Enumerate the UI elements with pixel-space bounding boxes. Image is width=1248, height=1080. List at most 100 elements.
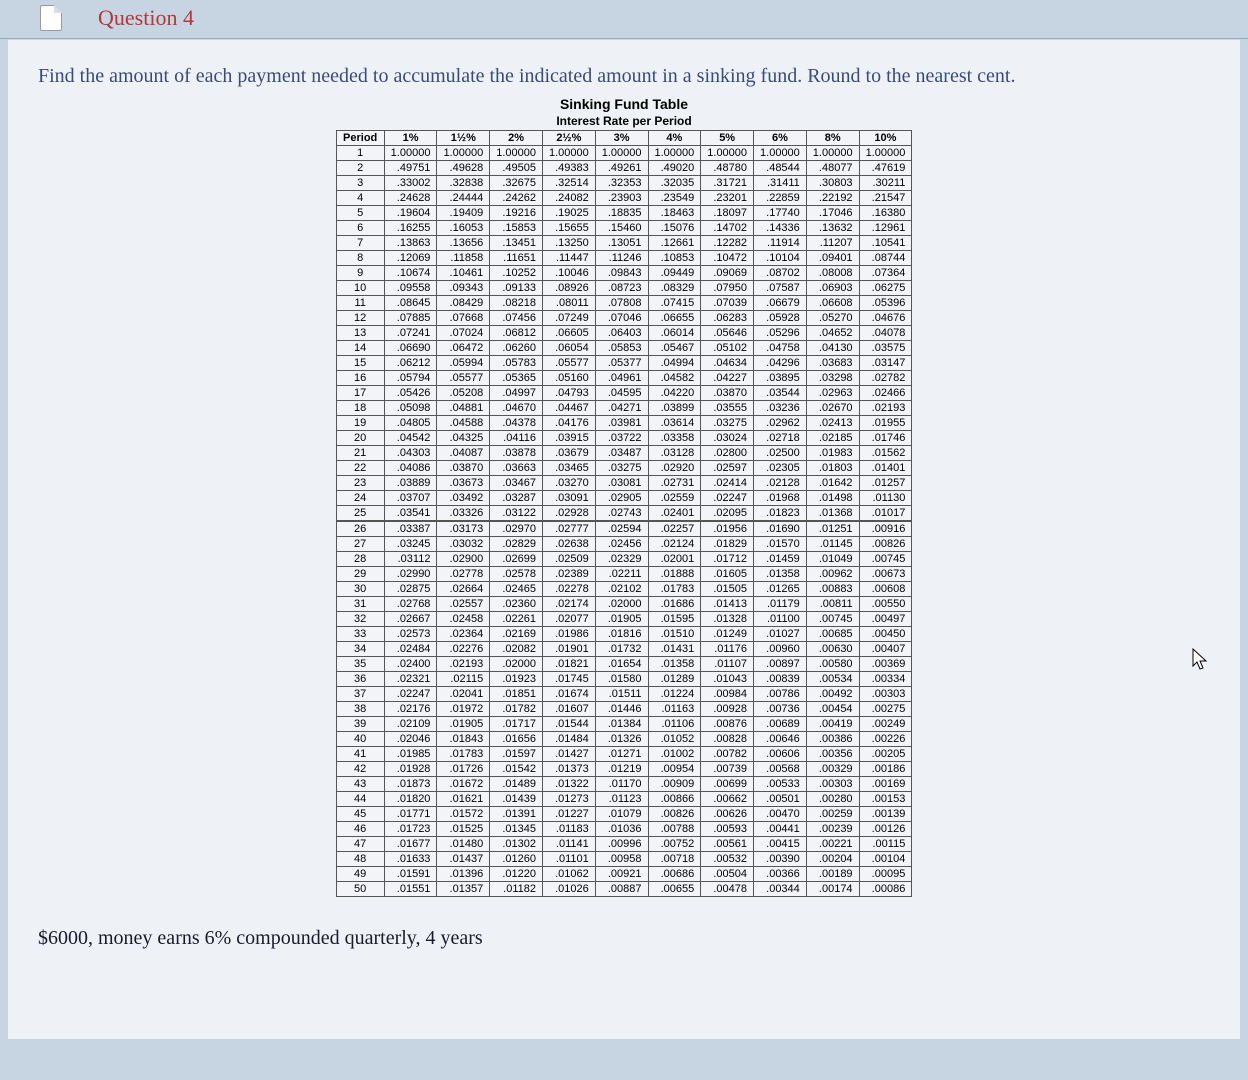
- value-cell: .04116: [490, 431, 543, 446]
- value-cell: 1.00000: [859, 146, 912, 161]
- value-cell: .01905: [595, 612, 648, 627]
- value-cell: .13632: [806, 221, 859, 236]
- value-cell: .01956: [701, 521, 754, 537]
- value-cell: .01829: [701, 537, 754, 552]
- value-cell: .23903: [595, 191, 648, 206]
- period-cell: 47: [336, 837, 384, 852]
- value-cell: .30211: [859, 176, 912, 191]
- period-cell: 43: [336, 777, 384, 792]
- table-row: 17.05426.05208.04997.04793.04595.04220.0…: [336, 386, 912, 401]
- period-cell: 14: [336, 341, 384, 356]
- value-cell: .06014: [648, 326, 701, 341]
- value-cell: .14336: [754, 221, 807, 236]
- value-cell: .01621: [437, 792, 490, 807]
- value-cell: .02389: [542, 567, 595, 582]
- table-header-cell: 2½%: [542, 131, 595, 146]
- table-row: 35.02400.02193.02000.01821.01654.01358.0…: [336, 657, 912, 672]
- value-cell: .00828: [701, 732, 754, 747]
- value-cell: .01273: [542, 792, 595, 807]
- table-header-cell: 4%: [648, 131, 701, 146]
- value-cell: .02321: [384, 672, 437, 687]
- value-cell: .10541: [859, 236, 912, 251]
- table-row: 38.02176.01972.01782.01607.01446.01163.0…: [336, 702, 912, 717]
- value-cell: .02920: [648, 461, 701, 476]
- value-cell: .05853: [595, 341, 648, 356]
- value-cell: .06403: [595, 326, 648, 341]
- value-cell: .01633: [384, 852, 437, 867]
- table-row: 48.01633.01437.01260.01101.00958.00718.0…: [336, 852, 912, 867]
- value-cell: .01227: [542, 807, 595, 822]
- value-cell: .00221: [806, 837, 859, 852]
- value-cell: .01723: [384, 822, 437, 837]
- value-cell: .00626: [701, 807, 754, 822]
- value-cell: .23549: [648, 191, 701, 206]
- period-cell: 33: [336, 627, 384, 642]
- value-cell: .02573: [384, 627, 437, 642]
- value-cell: .03275: [701, 416, 754, 431]
- value-cell: .05646: [701, 326, 754, 341]
- value-cell: .08926: [542, 281, 595, 296]
- value-cell: 1.00000: [648, 146, 701, 161]
- table-row: 36.02321.02115.01923.01745.01580.01289.0…: [336, 672, 912, 687]
- value-cell: .08329: [648, 281, 701, 296]
- value-cell: .01928: [384, 762, 437, 777]
- value-cell: .00887: [595, 882, 648, 897]
- period-cell: 44: [336, 792, 384, 807]
- value-cell: .06605: [542, 326, 595, 341]
- value-cell: .03275: [595, 461, 648, 476]
- value-cell: .16053: [437, 221, 490, 236]
- question-header: Question 4: [0, 0, 1248, 34]
- value-cell: .01901: [542, 642, 595, 657]
- value-cell: .13250: [542, 236, 595, 251]
- period-cell: 7: [336, 236, 384, 251]
- value-cell: .01345: [490, 822, 543, 837]
- value-cell: .00782: [701, 747, 754, 762]
- value-cell: .00174: [806, 882, 859, 897]
- value-cell: .01368: [806, 506, 859, 522]
- value-cell: .00655: [648, 882, 701, 897]
- table-row: 4.24628.24444.24262.24082.23903.23549.23…: [336, 191, 912, 206]
- value-cell: .01562: [859, 446, 912, 461]
- value-cell: .04994: [648, 356, 701, 371]
- value-cell: .00921: [595, 867, 648, 882]
- value-cell: .05296: [754, 326, 807, 341]
- value-cell: .03236: [754, 401, 807, 416]
- question-body: Find the amount of each payment needed t…: [8, 39, 1240, 1039]
- table-row: 15.06212.05994.05783.05577.05377.04994.0…: [336, 356, 912, 371]
- value-cell: .00788: [648, 822, 701, 837]
- value-cell: .04296: [754, 356, 807, 371]
- period-cell: 18: [336, 401, 384, 416]
- value-cell: 1.00000: [701, 146, 754, 161]
- value-cell: .01123: [595, 792, 648, 807]
- value-cell: .02401: [648, 506, 701, 522]
- value-cell: .04130: [806, 341, 859, 356]
- value-cell: .15076: [648, 221, 701, 236]
- period-cell: 42: [336, 762, 384, 777]
- period-cell: 35: [336, 657, 384, 672]
- period-cell: 15: [336, 356, 384, 371]
- period-cell: 1: [336, 146, 384, 161]
- value-cell: .00685: [806, 627, 859, 642]
- value-cell: .02731: [648, 476, 701, 491]
- value-cell: .07808: [595, 296, 648, 311]
- table-row: 49.01591.01396.01220.01062.00921.00686.0…: [336, 867, 912, 882]
- table-row: 2.49751.49628.49505.49383.49261.49020.48…: [336, 161, 912, 176]
- value-cell: .02364: [437, 627, 490, 642]
- value-cell: .02970: [490, 521, 543, 537]
- value-cell: .12661: [648, 236, 701, 251]
- value-cell: .05365: [490, 371, 543, 386]
- value-cell: .01257: [859, 476, 912, 491]
- value-cell: .00786: [754, 687, 807, 702]
- table-row: 16.05794.05577.05365.05160.04961.04582.0…: [336, 371, 912, 386]
- value-cell: .01677: [384, 837, 437, 852]
- value-cell: .00504: [701, 867, 754, 882]
- value-cell: .00739: [701, 762, 754, 777]
- value-cell: .01605: [701, 567, 754, 582]
- value-cell: .00470: [754, 807, 807, 822]
- value-cell: .01224: [648, 687, 701, 702]
- period-cell: 40: [336, 732, 384, 747]
- value-cell: .02095: [701, 506, 754, 522]
- value-cell: .00450: [859, 627, 912, 642]
- value-cell: .01183: [542, 822, 595, 837]
- value-cell: .00745: [859, 552, 912, 567]
